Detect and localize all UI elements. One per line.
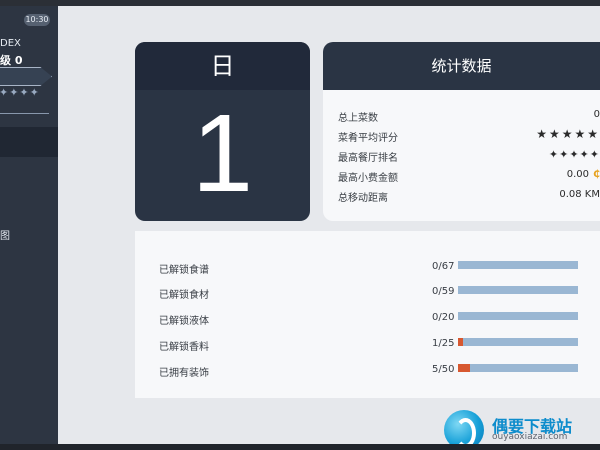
- progress-label: 已解锁食谱: [159, 265, 209, 276]
- dex-label: DEX: [0, 38, 21, 49]
- stats-card: 统计数据 总上菜数 0 菜肴平均评分 ★★★★★ 最高餐厅排名 ✦✦✦✦✦ 最高…: [323, 42, 600, 221]
- progress-row-liquids: 已解锁液体 0/20: [135, 310, 600, 328]
- sidebar-item-2[interactable]: 图: [0, 227, 10, 242]
- progress-label: 已解锁食材: [159, 290, 209, 301]
- stats-title: 统计数据: [323, 42, 600, 90]
- stat-value: 0.08 KM: [559, 189, 600, 200]
- progress-label: 已拥有装饰: [159, 368, 209, 379]
- watermark-url: ouyaoxiazai.com: [492, 432, 568, 442]
- unlock-progress-card: 已解锁食谱 0/67 已解锁食材 0/59 已解锁液体 0/20 已解锁香料 1…: [135, 231, 600, 398]
- progress-bar: [458, 364, 578, 372]
- progress-row-recipes: 已解锁食谱 0/67: [135, 259, 600, 277]
- progress-count: 0/59: [432, 286, 455, 297]
- progress-bar: [458, 312, 578, 320]
- progress-row-decorations: 已拥有装饰 5/50: [135, 362, 600, 380]
- day-number: 1: [191, 92, 254, 215]
- stat-row-total-distance: 总移动距离 0.08 KM: [338, 189, 600, 206]
- sidebar-divider: [0, 113, 49, 114]
- progress-bar: [458, 286, 578, 294]
- screen-bottom-border: [0, 444, 600, 450]
- day-card: 日 1: [135, 42, 310, 221]
- progress-count: 0/20: [432, 312, 455, 323]
- rank-icons: ✦✦✦✦✦: [548, 148, 600, 161]
- progress-label: 已解锁液体: [159, 316, 209, 327]
- stat-row-total-served: 总上菜数 0: [338, 109, 600, 126]
- stat-label: 菜肴平均评分: [338, 133, 398, 144]
- sidebar: 10:30 DEX 级 0 ✦✦✦✦ 图: [0, 6, 58, 444]
- stat-label: 总上菜数: [338, 113, 378, 124]
- progress-row-ingredients: 已解锁食材 0/59: [135, 284, 600, 302]
- progress-bar: [458, 338, 578, 346]
- stat-row-highest-rank: 最高餐厅排名 ✦✦✦✦✦: [338, 148, 600, 166]
- level-rank-icons: ✦✦✦✦: [0, 86, 40, 99]
- progress-row-spices: 已解锁香料 1/25: [135, 336, 600, 354]
- progress-count: 5/50: [432, 364, 455, 375]
- stat-value: 0.00 ₵: [567, 169, 600, 180]
- level-label: 级 0: [0, 54, 23, 67]
- progress-label: 已解锁香料: [159, 342, 209, 353]
- screen-top-border: [0, 0, 600, 6]
- progress-fill: [458, 364, 470, 372]
- progress-bar: [458, 261, 578, 269]
- day-card-title: 日: [135, 42, 310, 90]
- tip-amount: 0.00: [566, 169, 590, 180]
- stat-value: 0: [593, 109, 600, 120]
- progress-count: 1/25: [432, 338, 455, 349]
- stat-row-average-rating: 菜肴平均评分 ★★★★★: [338, 127, 600, 146]
- coin-icon: ₵: [593, 169, 600, 180]
- stat-label: 最高餐厅排名: [338, 153, 398, 164]
- level-banner: [0, 67, 52, 86]
- stat-row-highest-tip: 最高小费金额 0.00 ₵: [338, 169, 600, 186]
- progress-fill: [458, 338, 463, 346]
- stat-label: 最高小费金额: [338, 173, 398, 184]
- progress-count: 0/67: [432, 261, 455, 272]
- sidebar-item-active[interactable]: [0, 127, 58, 157]
- stat-label: 总移动距离: [338, 193, 388, 204]
- rating-stars-icon: ★★★★★: [536, 127, 600, 141]
- time-badge: 10:30: [24, 14, 50, 26]
